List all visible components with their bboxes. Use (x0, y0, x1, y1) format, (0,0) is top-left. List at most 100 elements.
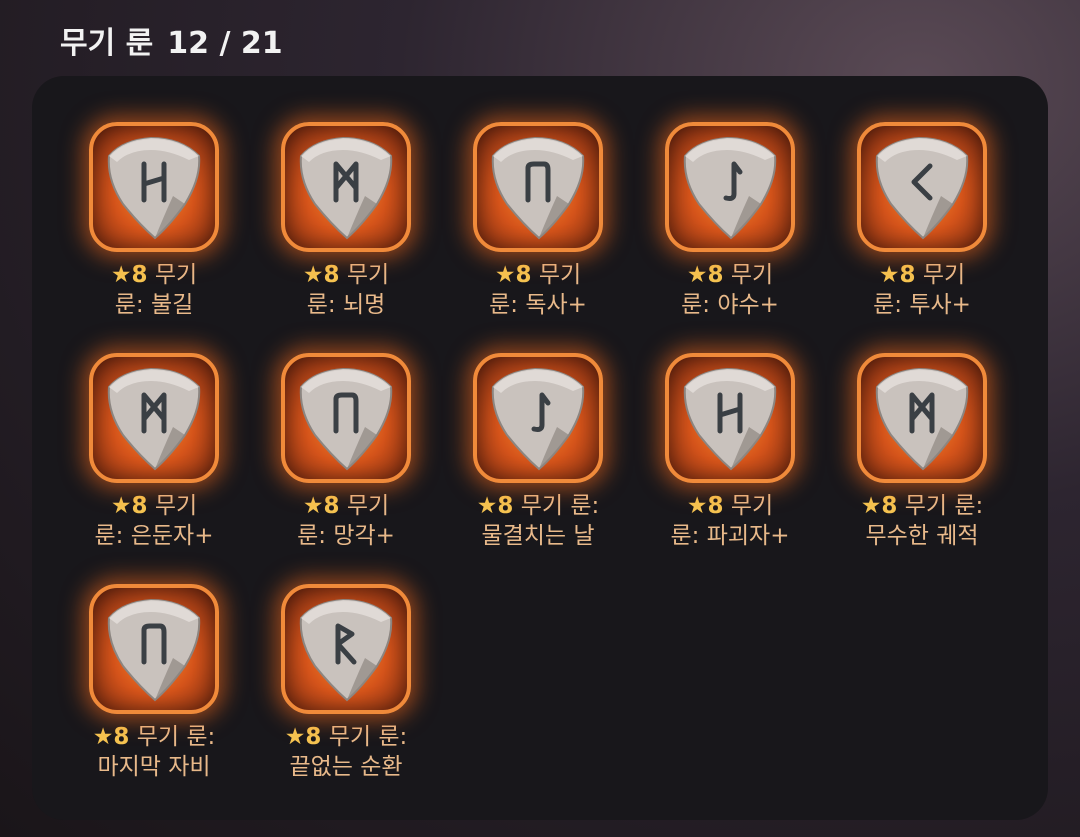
rune-label: ★8 무기 룬: 무수한 궤적 (822, 491, 1022, 551)
rune-label: ★8 무기 룬: 뇌명 (246, 260, 446, 320)
rune-level: 8 (131, 493, 148, 519)
rune-name-part2: 끝없는 순환 (289, 754, 403, 780)
rune-item[interactable]: ★8 무기룬: 뇌명 (250, 122, 442, 353)
rune-level: 8 (707, 262, 724, 288)
rune-name-part1: 무기 (538, 262, 582, 288)
rune-label: ★8 무기 룬: 독사+ (438, 260, 638, 320)
rune-icon-frame[interactable] (281, 122, 411, 252)
rune-icon-frame[interactable] (473, 122, 603, 252)
rune-label: ★8 무기 룬: 파괴자+ (630, 491, 830, 551)
rune-icon-frame[interactable] (857, 122, 987, 252)
rune-label-line1: ★8 무기 (438, 260, 638, 290)
rune-level: 8 (881, 493, 898, 519)
rune-name-part1: 무기 룬: (520, 493, 600, 519)
rune-stone-icon (299, 598, 393, 702)
rune-icon-frame[interactable] (281, 584, 411, 714)
rune-level: 8 (497, 493, 514, 519)
rune-icon-frame[interactable] (665, 122, 795, 252)
rune-label: ★8 무기 룬: 끝없는 순환 (246, 722, 446, 782)
rune-name-part2: 룬: 독사+ (489, 292, 587, 318)
rune-label-line1: ★8 무기 룬: (438, 491, 638, 521)
rune-stone-icon (875, 136, 969, 240)
star-icon: ★ (302, 262, 324, 288)
rune-label-line1: ★8 무기 (54, 491, 254, 521)
rune-label-line1: ★8 무기 룬: (246, 722, 446, 752)
rune-level: 8 (305, 724, 322, 750)
rune-stone-icon (107, 598, 201, 702)
rune-level: 8 (323, 262, 340, 288)
rune-label: ★8 무기 룬: 야수+ (630, 260, 830, 320)
rune-item[interactable]: ★8 무기 룬: 투사+ (826, 122, 1018, 353)
rune-item[interactable]: ★8 무기 룬: 은둔자+ (58, 353, 250, 584)
star-icon: ★ (494, 262, 516, 288)
rune-name-part2: 룬: 야수+ (681, 292, 779, 318)
rune-name-part1: 무기 (730, 262, 774, 288)
star-icon: ★ (686, 493, 708, 519)
rune-level: 8 (113, 724, 130, 750)
rune-item[interactable]: ★8 무기 룬: 끝없는 순환 (250, 584, 442, 815)
rune-label: ★8 무기 룬: 투사+ (822, 260, 1022, 320)
star-icon: ★ (878, 262, 900, 288)
rune-label: ★8 무기 룬: 불길 (54, 260, 254, 320)
rune-level: 8 (131, 262, 148, 288)
rune-label-line1: ★8 무기 (822, 260, 1022, 290)
rune-stone-icon (683, 367, 777, 471)
rune-item[interactable]: ★8 무기룬: 야수+ (634, 122, 826, 353)
rune-label: ★8 무기 룬: 망각+ (246, 491, 446, 551)
rune-item[interactable]: ★8 무기 룬: 마지막 자비 (58, 584, 250, 815)
rune-label: ★8 무기 룬: 은둔자+ (54, 491, 254, 551)
rune-icon-frame[interactable] (665, 353, 795, 483)
rune-name-part2: 룬: 망각+ (297, 523, 395, 549)
rune-name-part2: 룬: 투사+ (873, 292, 971, 318)
rune-name-part1: 무기 (346, 493, 390, 519)
rune-name-part1: 무기 (346, 262, 390, 288)
rune-icon-frame[interactable] (89, 122, 219, 252)
rune-icon-frame[interactable] (89, 584, 219, 714)
rune-item[interactable]: ★8 무기룬: 망각+ (250, 353, 442, 584)
rune-name-part1: 무기 (922, 262, 966, 288)
rune-name-part1: 무기 (154, 262, 198, 288)
star-icon: ★ (302, 493, 324, 519)
rune-name-part2: 룬: 뇌명 (306, 292, 386, 318)
star-icon: ★ (284, 724, 306, 750)
rune-item[interactable]: ★8 무기 룬: 불길 (58, 122, 250, 353)
rune-item[interactable]: ★8 무기 룬: 무수한 궤적 (826, 353, 1018, 584)
rune-stone-icon (299, 136, 393, 240)
rune-label-line1: ★8 무기 룬: (822, 491, 1022, 521)
rune-name-part2: 물결치는 날 (481, 523, 595, 549)
rune-name-part2: 마지막 자비 (97, 754, 211, 780)
rune-label-line1: ★8 무기 (630, 491, 830, 521)
rune-name-part1: 무기 룬: (136, 724, 216, 750)
rune-name-part2: 룬: 파괴자+ (670, 523, 790, 549)
star-icon: ★ (860, 493, 882, 519)
star-icon: ★ (110, 262, 132, 288)
rune-icon-frame[interactable] (281, 353, 411, 483)
star-icon: ★ (110, 493, 132, 519)
rune-item[interactable]: ★8 무기 룬: 물결치는 날 (442, 353, 634, 584)
rune-name-part2: 무수한 궤적 (865, 523, 979, 549)
star-icon: ★ (476, 493, 498, 519)
rune-label-line1: ★8 무기 (246, 491, 446, 521)
rune-stone-icon (107, 136, 201, 240)
rune-icon-frame[interactable] (857, 353, 987, 483)
page-title: 무기 룬 (60, 26, 154, 61)
rune-label-line1: ★8 무기 (54, 260, 254, 290)
rune-icon-frame[interactable] (473, 353, 603, 483)
rune-count: 12 / 21 (167, 26, 283, 61)
rune-name-part1: 무기 (730, 493, 774, 519)
rune-stone-icon (299, 367, 393, 471)
rune-label: ★8 무기 룬: 마지막 자비 (54, 722, 254, 782)
rune-label-line1: ★8 무기 (246, 260, 446, 290)
rune-icon-frame[interactable] (89, 353, 219, 483)
star-icon: ★ (686, 262, 708, 288)
rune-item[interactable]: ★8 무기룬: 파괴자+ (634, 353, 826, 584)
rune-label-line1: ★8 무기 (630, 260, 830, 290)
rune-name-part1: 무기 (154, 493, 198, 519)
rune-level: 8 (707, 493, 724, 519)
rune-item[interactable]: ★8 무기룬: 독사+ (442, 122, 634, 353)
rune-level: 8 (515, 262, 532, 288)
rune-label-line1: ★8 무기 룬: (54, 722, 254, 752)
rune-grid: ★8 무기 룬: 불길 ★8 무기 룬: 뇌명 ★8 무기 룬: 독사+ ★8 무기 룬: 야… (58, 122, 1018, 815)
rune-level: 8 (323, 493, 340, 519)
page-header: 무기 룬 12 / 21 (60, 18, 283, 62)
